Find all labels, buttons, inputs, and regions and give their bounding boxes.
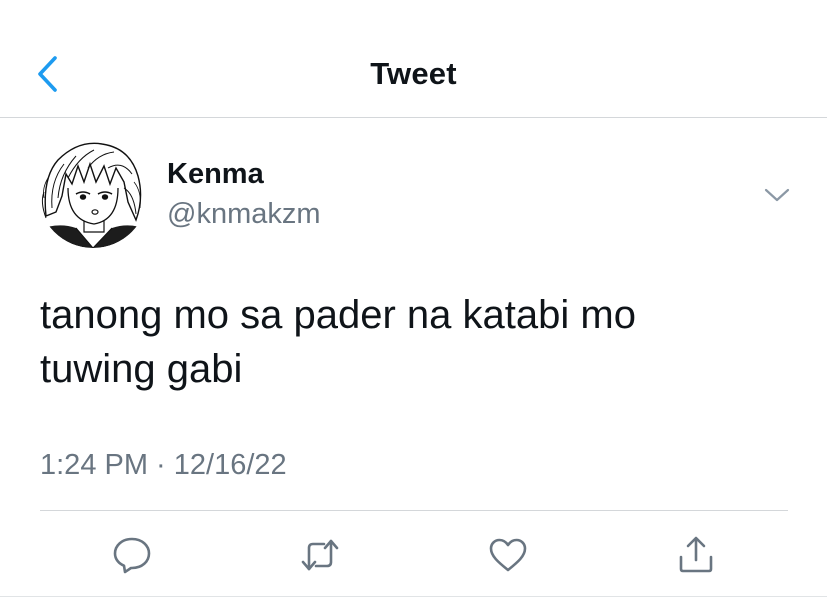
- like-button[interactable]: [486, 533, 530, 577]
- tweet-text-line: tanong mo sa pader na katabi mo: [40, 293, 636, 337]
- share-button[interactable]: [674, 533, 718, 577]
- author-display-name[interactable]: Kenma: [167, 158, 264, 191]
- nav-header: Tweet: [0, 0, 827, 118]
- tweet-menu-button[interactable]: [760, 182, 794, 208]
- bottom-divider: [0, 596, 827, 597]
- avatar[interactable]: [38, 138, 148, 248]
- chevron-down-icon: [764, 188, 790, 202]
- manga-character-avatar-icon: [38, 138, 148, 248]
- heart-icon: [489, 538, 527, 572]
- tweet-text: tanong mo sa pader na katabi mo tuwing g…: [40, 288, 740, 396]
- divider: [40, 510, 788, 511]
- speech-bubble-icon: [113, 537, 151, 574]
- tweet-timestamp: 1:24 PM · 12/16/22: [40, 449, 287, 481]
- author-handle[interactable]: @knmakzm: [167, 198, 321, 231]
- page-title: Tweet: [370, 56, 457, 91]
- retweet-button[interactable]: [298, 533, 342, 577]
- reply-button[interactable]: [110, 533, 154, 577]
- share-icon: [679, 536, 713, 573]
- tweet-text-line: tuwing gabi: [40, 347, 243, 391]
- retweet-icon: [301, 539, 339, 571]
